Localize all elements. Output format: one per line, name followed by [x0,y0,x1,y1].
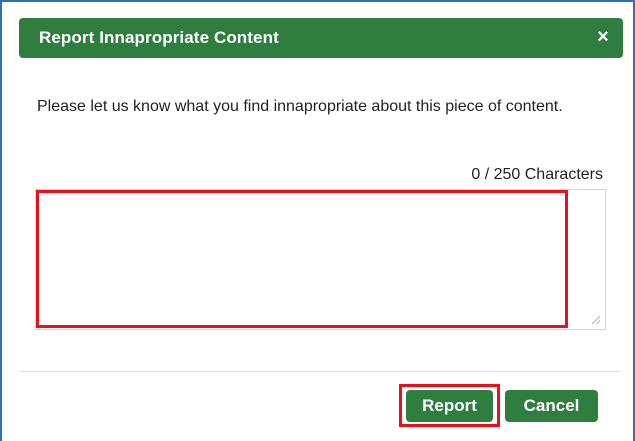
character-counter: 0 / 250 Characters [471,166,603,183]
dialog-title: Report Innapropriate Content [39,28,279,47]
resize-grip-icon[interactable] [592,316,600,324]
dialog-header: Report Innapropriate Content × [19,18,623,58]
footer-divider [20,371,620,372]
report-dialog: Report Innapropriate Content × Please le… [0,0,635,441]
report-button[interactable]: Report [406,390,493,422]
cancel-button[interactable]: Cancel [505,390,598,422]
dialog-message: Please let us know what you find innapro… [37,98,563,115]
close-icon[interactable]: × [595,27,611,47]
textarea-highlight-box [36,190,568,328]
